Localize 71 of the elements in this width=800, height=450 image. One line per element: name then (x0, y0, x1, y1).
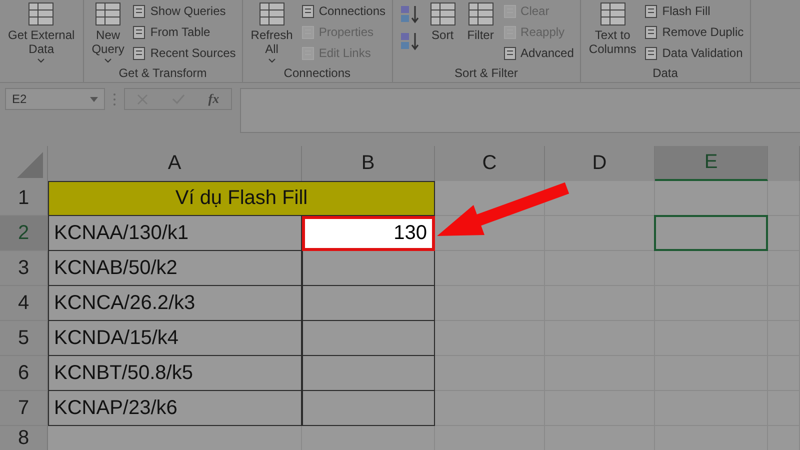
row-header[interactable]: 2 (0, 216, 48, 251)
table-cell: KCNCA/26.2/k3 (48, 286, 302, 321)
empty-cell[interactable] (768, 251, 800, 286)
ribbon-button[interactable]: Filter (464, 1, 497, 42)
ribbon-button[interactable]: Remove Duplic (644, 22, 744, 42)
ribbon-button[interactable]: Recent Sources (132, 43, 236, 63)
row-header[interactable]: 1 (0, 181, 48, 216)
empty-cell[interactable] (768, 181, 800, 216)
ribbon-button[interactable]: Refresh All (248, 1, 295, 63)
empty-cell[interactable] (435, 321, 545, 356)
row-header[interactable]: 8 (0, 426, 48, 450)
ribbon-button[interactable]: Connections (300, 1, 386, 21)
document-icon (132, 24, 146, 40)
table-icon (598, 1, 627, 27)
document-icon (644, 24, 658, 40)
document-icon (300, 4, 315, 18)
empty-cell[interactable] (768, 216, 800, 251)
table-cell: KCNDA/15/k4 (48, 321, 302, 356)
ribbon-button[interactable]: From Table (132, 22, 236, 42)
group-label: Data (652, 66, 679, 82)
caret-icon (104, 58, 112, 63)
caret-icon (90, 96, 98, 102)
table-icon (428, 1, 457, 27)
row-header[interactable]: 3 (0, 251, 48, 286)
name-box[interactable]: E2 (5, 88, 105, 110)
row-header[interactable]: 7 (0, 391, 48, 426)
row-header[interactable]: 5 (0, 321, 48, 356)
group-label: Get & Transform (118, 66, 208, 82)
table-icon (27, 1, 56, 27)
group-label: Sort & Filter (454, 66, 519, 82)
grip-icon (113, 93, 116, 106)
ribbon-button[interactable]: New Query (90, 1, 126, 63)
row-header[interactable]: 6 (0, 356, 48, 391)
empty-cell[interactable] (435, 391, 545, 426)
group-label: Connections (282, 66, 352, 82)
sort-icon[interactable] (398, 3, 421, 25)
row-header[interactable]: 4 (0, 286, 48, 321)
ribbon-button[interactable]: Flash Fill (644, 1, 744, 21)
table-cell: KCNBT/50.8/k5 (48, 356, 302, 391)
table-cell: Ví dụ Flash Fill (48, 181, 435, 216)
table-icon (466, 1, 495, 27)
table-cell: 130 (302, 216, 435, 251)
ribbon-button[interactable]: Text to Columns (586, 1, 638, 56)
ribbon-button[interactable]: Show Queries (132, 1, 236, 21)
ribbon-button[interactable]: Get External Data (6, 1, 77, 63)
empty-cell[interactable] (655, 251, 768, 286)
insert-function-button[interactable]: fx (208, 91, 220, 107)
ribbon-button[interactable]: Data Validation (644, 43, 744, 63)
document-icon (132, 46, 146, 60)
caret-icon (268, 58, 276, 63)
document-icon (644, 46, 658, 60)
empty-cell[interactable] (435, 251, 545, 286)
table-cell: KCNAB/50/k2 (48, 251, 302, 286)
empty-cell[interactable] (545, 251, 655, 286)
column-header[interactable]: C (435, 146, 545, 181)
table-cell: KCNAA/130/k1 (48, 216, 302, 251)
empty-cell[interactable] (435, 286, 545, 321)
ribbon-button[interactable]: Sort (426, 1, 459, 42)
document-icon (502, 46, 517, 60)
formula-input-field[interactable] (240, 88, 800, 133)
select-all-icon[interactable] (17, 152, 43, 178)
table-icon (94, 1, 122, 27)
ribbon-button[interactable]: Advanced (502, 43, 574, 63)
column-header[interactable]: E (655, 146, 768, 181)
empty-cell[interactable] (435, 356, 545, 391)
table-cell: KCNAP/23/k6 (48, 391, 302, 426)
caret-icon (37, 58, 46, 63)
document-icon (644, 4, 658, 18)
table-icon (258, 1, 286, 27)
document-icon (132, 4, 146, 18)
sort-icon[interactable] (398, 30, 421, 52)
